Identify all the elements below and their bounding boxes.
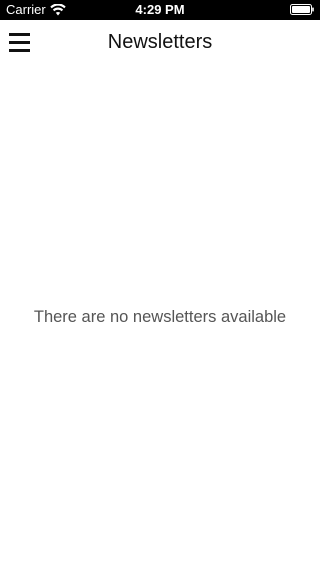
empty-state-message: There are no newsletters available	[33, 308, 287, 326]
battery-icon	[290, 4, 314, 15]
nav-bar: Newsletters	[0, 20, 320, 64]
status-time: 4:29 PM	[135, 2, 185, 17]
status-bar: Carrier 4:29 PM	[0, 0, 320, 20]
app-screen: Carrier 4:29 PM Newsletters There are no…	[0, 0, 320, 568]
page-title: Newsletters	[107, 31, 213, 53]
